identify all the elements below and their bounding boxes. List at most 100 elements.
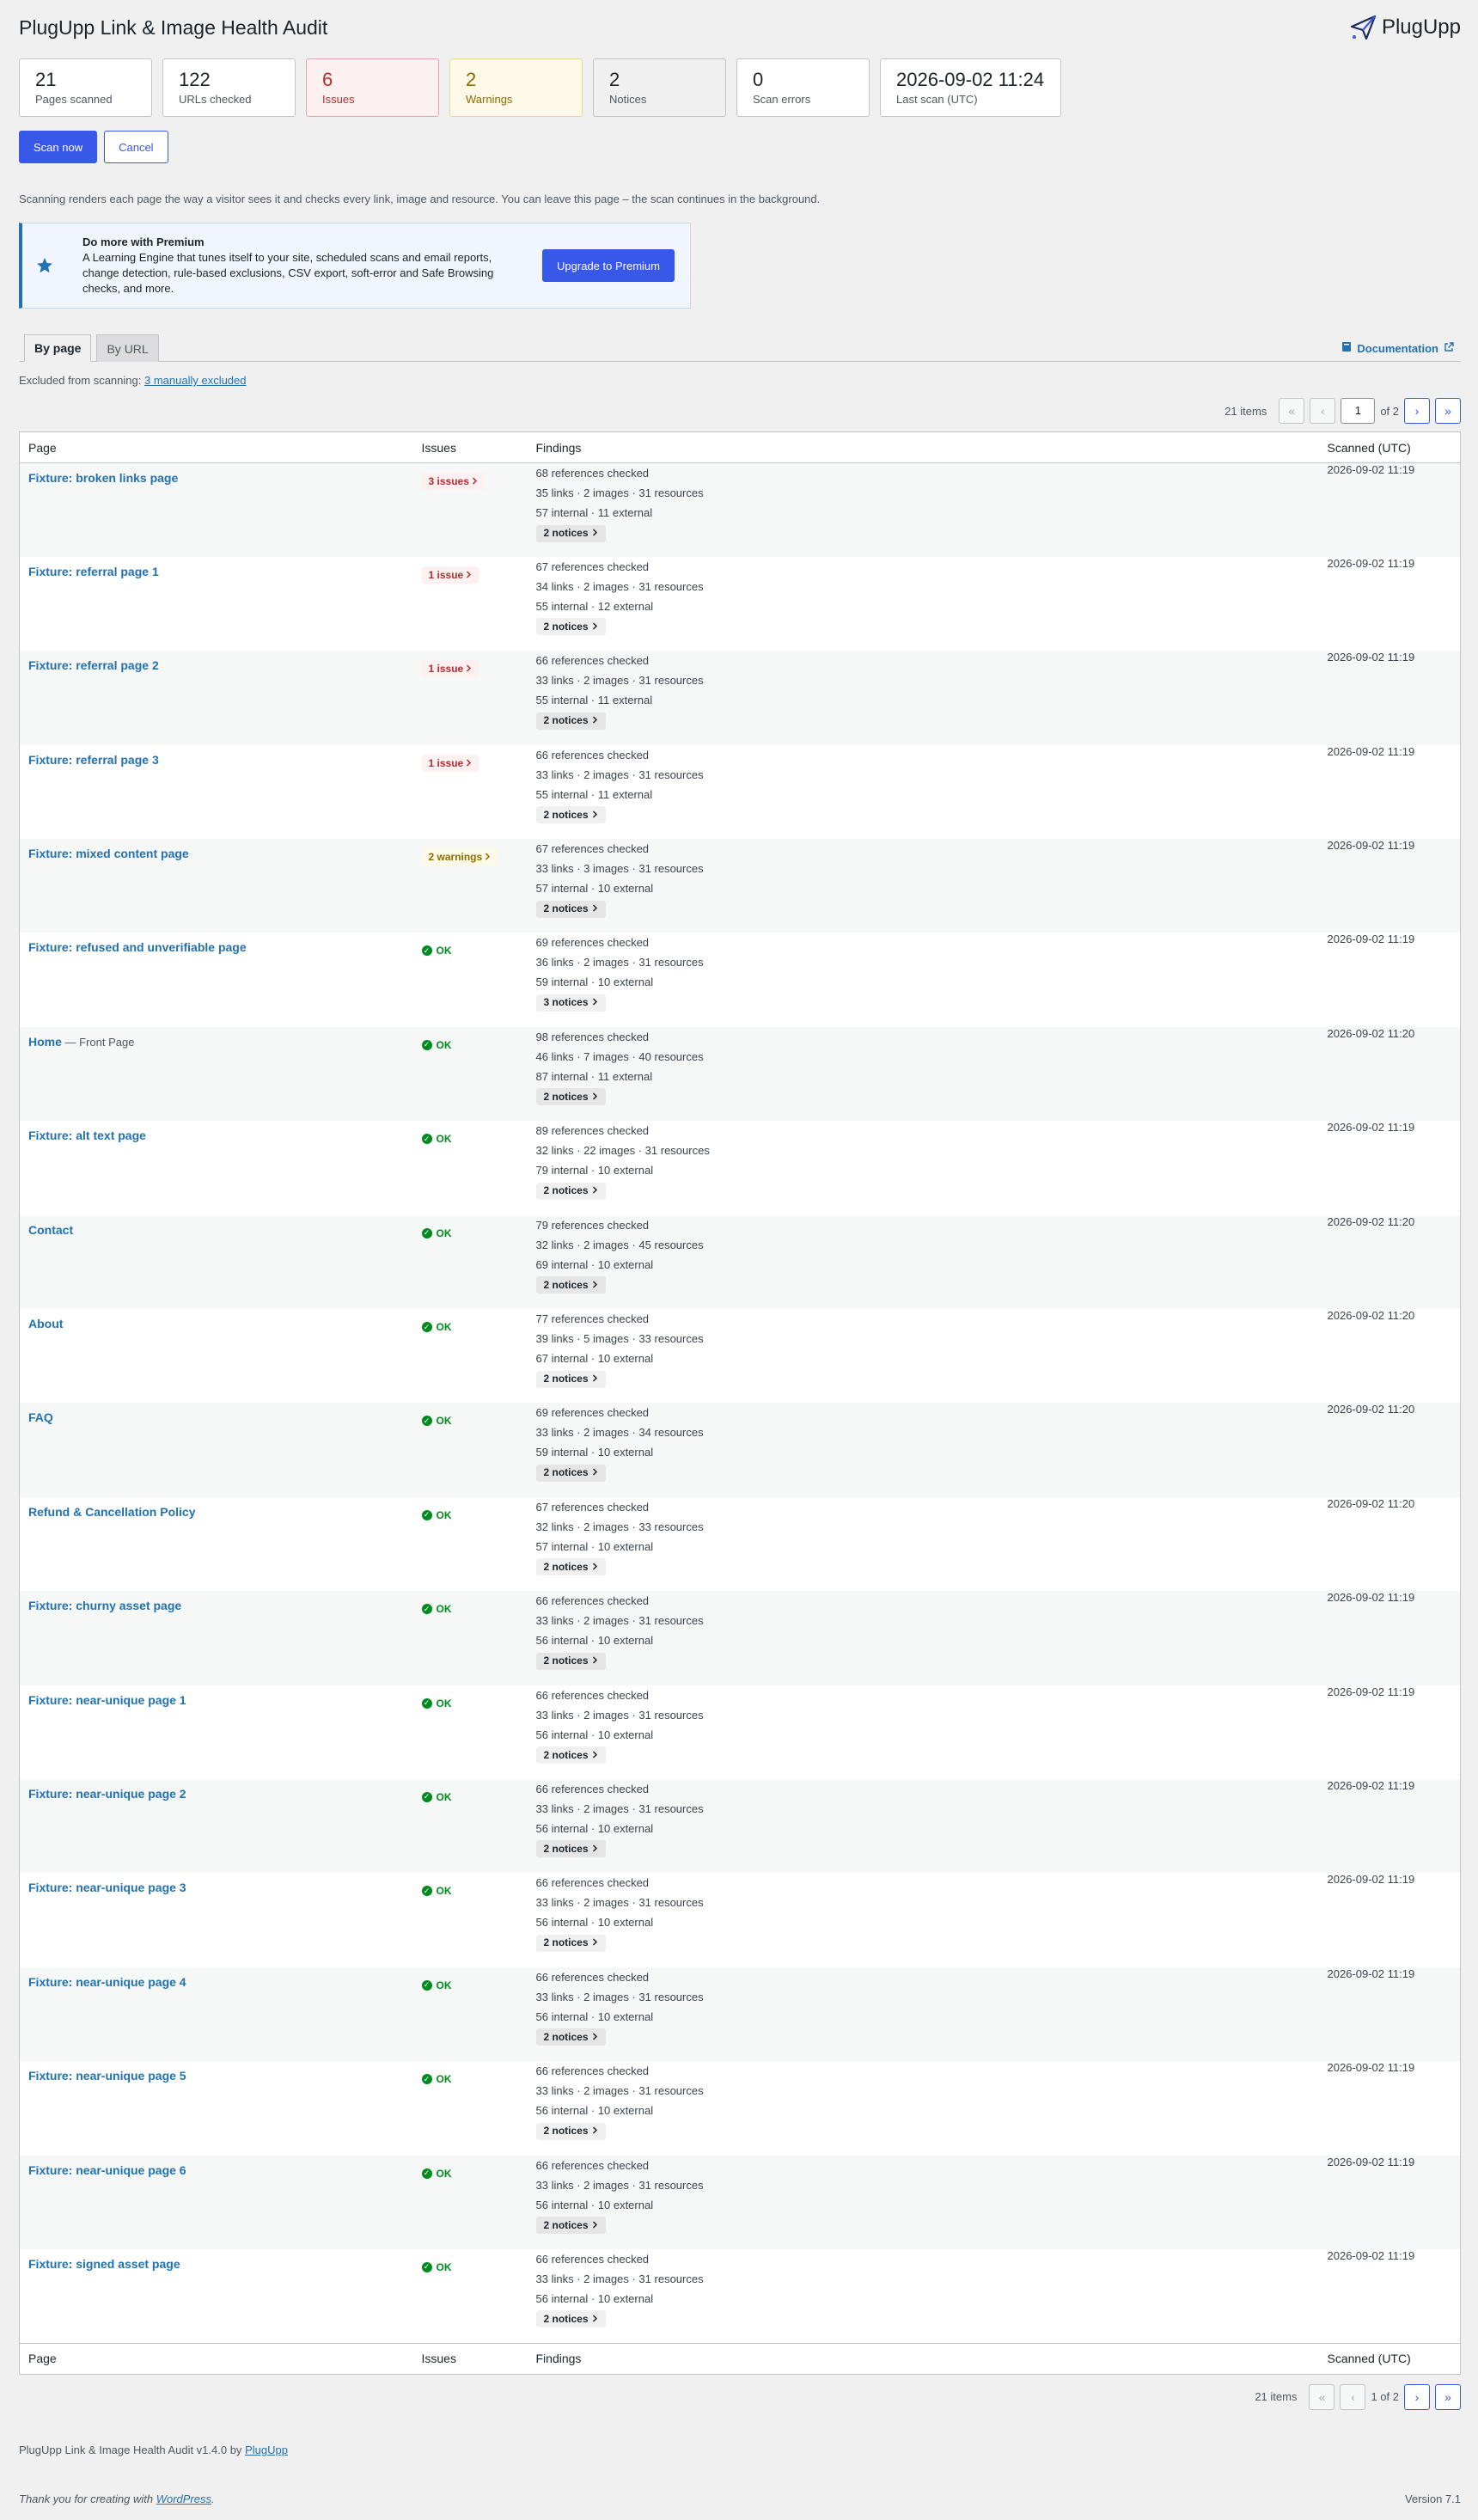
first-page-button[interactable]: « [1309, 2383, 1335, 2410]
notices-toggle[interactable]: 2 notices [535, 2122, 606, 2140]
cell-issues: ✓ OK [413, 1685, 528, 1779]
status-badge: ✓ OK [421, 942, 452, 959]
notices-toggle[interactable]: 2 notices [535, 806, 606, 824]
column-scanned[interactable]: Scanned (UTC) [1318, 431, 1461, 463]
table-row: FAQ ✓ OK 69 references checked 33 links · 2 … [19, 1403, 1461, 1497]
reference-scope: 57 internal · 10 external [535, 882, 654, 896]
check-circle-icon: ✓ [421, 1886, 432, 1897]
notices-toggle[interactable]: 3 notices [535, 994, 606, 1012]
cell-findings: 66 references checked 33 links · 2 images… [528, 745, 1319, 839]
documentation-link[interactable]: Documentation [1341, 341, 1461, 355]
page-title: PlugUpp Link & Image Health Audit [19, 15, 328, 39]
last-page-button[interactable]: » [1435, 398, 1461, 424]
notices-toggle[interactable]: 2 notices [535, 524, 606, 542]
page-link[interactable]: Fixture: near-unique page 3 [28, 1881, 186, 1894]
check-circle-icon: ✓ [421, 1416, 432, 1427]
page-link[interactable]: Fixture: mixed content page [28, 847, 189, 860]
status-badge[interactable]: 1 issue [421, 660, 479, 678]
page-link[interactable]: Fixture: near-unique page 2 [28, 1787, 186, 1801]
notices-toggle[interactable]: 2 notices [535, 2217, 606, 2235]
current-page-input[interactable]: 1 [1341, 398, 1376, 424]
notices-label: 2 notices [543, 714, 589, 727]
column-findings: Findings [527, 431, 1319, 463]
notices-toggle[interactable]: 2 notices [535, 1558, 606, 1576]
page-link[interactable]: Fixture: refused and unverifiable page [28, 940, 247, 954]
page-link[interactable]: Refund & Cancellation Policy [28, 1505, 195, 1519]
prev-page-button[interactable]: ‹ [1340, 2383, 1366, 2410]
prev-page-button[interactable]: ‹ [1310, 398, 1336, 424]
upgrade-button[interactable]: Upgrade to Premium [542, 249, 675, 282]
tab-by-page[interactable]: By page [24, 334, 92, 362]
page-link[interactable]: Home [28, 1035, 62, 1049]
page-link[interactable]: Fixture: near-unique page 6 [28, 2163, 186, 2177]
page-link[interactable]: Fixture: near-unique page 5 [28, 2069, 186, 2083]
chevron-right-icon [592, 617, 598, 637]
table-row: Fixture: alt text page ✓ OK 89 references c… [20, 1121, 1461, 1214]
badge-label: 1 issue [428, 663, 464, 676]
notices-toggle[interactable]: 2 notices [535, 2310, 606, 2328]
cell-findings: 67 references checked 34 links · 2 images… [528, 557, 1319, 651]
column-page[interactable]: Page [19, 431, 413, 463]
page-link[interactable]: Fixture: broken links page [28, 471, 178, 485]
status-badge[interactable]: 3 issues [421, 473, 485, 490]
excluded-link[interactable]: 3 manually excluded [144, 374, 247, 387]
stat-urls-checked: 122 URLs checked [162, 58, 296, 117]
stat-last-scan: 2026-09-02 11:24 Last scan (UTC) [880, 58, 1061, 117]
page-link[interactable]: Fixture: referral page 3 [28, 753, 159, 767]
notices-toggle[interactable]: 2 notices [535, 1276, 606, 1294]
column-issues[interactable]: Issues [412, 2342, 528, 2375]
table-row: Fixture: near-unique page 4 ✓ OK 66 referen… [19, 1966, 1461, 2062]
notices-toggle[interactable]: 2 notices [535, 1182, 606, 1200]
page-link[interactable]: Fixture: alt text page [28, 1128, 146, 1142]
next-page-button[interactable]: › [1404, 398, 1430, 424]
cell-page: Fixture: alt text page [20, 1121, 413, 1214]
check-circle-icon: ✓ [421, 2261, 432, 2272]
stat-label: Notices [609, 93, 647, 107]
notices-toggle[interactable]: 2 notices [535, 1652, 606, 1670]
column-page[interactable]: Page [19, 2342, 413, 2375]
check-circle-icon: ✓ [421, 2074, 432, 2085]
page-link[interactable]: About [28, 1317, 63, 1330]
page-link[interactable]: Fixture: near-unique page 4 [28, 1975, 186, 1989]
cell-scanned: 2026-09-02 11:19 [1327, 556, 1415, 570]
reference-types: 33 links · 2 images · 31 resources [535, 1614, 704, 1628]
notices-toggle[interactable]: 2 notices [535, 1370, 606, 1388]
notices-toggle[interactable]: 2 notices [535, 1746, 606, 1765]
tab-by-url[interactable]: By URL [96, 334, 159, 362]
status-badge[interactable]: 1 issue [421, 754, 479, 772]
scan-now-button[interactable]: Scan now [19, 131, 98, 163]
notices-toggle[interactable]: 2 notices [535, 1464, 606, 1482]
last-page-button[interactable]: » [1435, 2383, 1461, 2410]
page-link[interactable]: Fixture: near-unique page 1 [28, 1693, 186, 1707]
wordpress-link[interactable]: WordPress [156, 2492, 211, 2505]
notices-toggle[interactable]: 2 notices [535, 1934, 606, 1952]
reference-types: 32 links · 2 images · 45 resources [535, 1238, 704, 1251]
column-scanned[interactable]: Scanned (UTC) [1318, 2342, 1461, 2375]
notices-toggle[interactable]: 2 notices [535, 617, 606, 637]
next-page-button[interactable]: › [1404, 2383, 1430, 2410]
page-link[interactable]: Contact [28, 1223, 73, 1237]
page-link[interactable]: Fixture: referral page 1 [28, 565, 159, 578]
notices-toggle[interactable]: 2 notices [535, 712, 606, 730]
credit-link[interactable]: PlugUpp [245, 2444, 288, 2456]
notices-toggle[interactable]: 2 notices [535, 900, 606, 918]
status-badge[interactable]: 2 warnings [421, 848, 498, 866]
column-issues[interactable]: Issues [412, 431, 528, 463]
notices-toggle[interactable]: 2 notices [535, 2028, 606, 2046]
page-link[interactable]: Fixture: churny asset page [28, 1599, 181, 1612]
cell-scanned: 2026-09-02 11:19 [1327, 651, 1415, 664]
page-suffix: — Front Page [61, 1035, 135, 1049]
notices-toggle[interactable]: 2 notices [535, 1088, 606, 1106]
page-link[interactable]: Fixture: signed asset page [28, 2257, 180, 2271]
page-link[interactable]: Fixture: referral page 2 [28, 658, 159, 672]
status-badge[interactable]: 1 issue [421, 566, 479, 584]
cell-scanned: 2026-09-02 11:19 [1327, 1121, 1415, 1135]
status-badge: ✓ OK [421, 1977, 452, 1994]
notices-toggle[interactable]: 2 notices [535, 1840, 606, 1858]
cell-scanned: 2026-09-02 11:19 [1327, 839, 1415, 853]
reference-types: 33 links · 2 images · 31 resources [535, 1896, 704, 1910]
first-page-button[interactable]: « [1279, 398, 1305, 424]
references-checked: 66 references checked [535, 2064, 650, 2078]
page-link[interactable]: FAQ [28, 1410, 53, 1424]
cancel-button[interactable]: Cancel [104, 131, 168, 163]
